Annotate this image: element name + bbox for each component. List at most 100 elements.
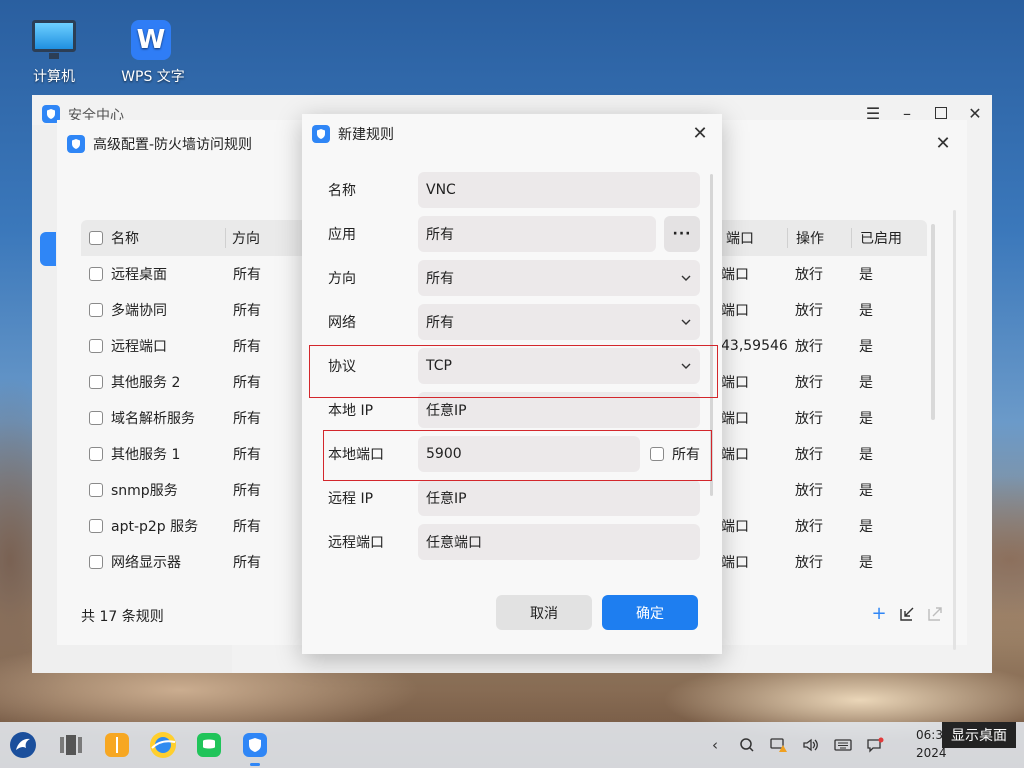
rule-name: 远程桌面: [111, 267, 167, 283]
file-manager-icon[interactable]: [102, 730, 132, 760]
name-label: 名称: [328, 183, 356, 199]
local-port-value: 5900: [426, 446, 462, 462]
rule-name: 其他服务 1: [111, 447, 181, 463]
app-label: 应用: [328, 227, 356, 243]
rule-enabled: 是: [859, 447, 873, 463]
local-ip-input[interactable]: 任意IP: [418, 392, 700, 428]
select-all-checkbox[interactable]: [89, 231, 103, 245]
search-icon[interactable]: [736, 734, 758, 756]
header-name[interactable]: 名称: [111, 228, 225, 248]
notification-icon[interactable]: [864, 734, 886, 756]
active-app-indicator: [250, 763, 260, 766]
rule-enabled: 是: [859, 411, 873, 427]
rule-enabled: 是: [859, 483, 873, 499]
row-checkbox[interactable]: [89, 447, 103, 461]
form-row-remote-ip: 远程 IP 任意IP: [328, 480, 700, 516]
rules-count: 共 17 条规则: [81, 609, 164, 625]
header-action[interactable]: 操作: [787, 228, 851, 248]
rule-port: 端口: [721, 375, 749, 391]
form-row-app: 应用 所有 ···: [328, 216, 700, 252]
name-value: VNC: [426, 182, 456, 198]
rule-name: 其他服务 2: [111, 375, 181, 391]
rule-enabled: 是: [859, 303, 873, 319]
start-menu-icon[interactable]: [8, 730, 38, 760]
security-center-taskbar-icon[interactable]: [240, 730, 270, 760]
rule-port: 端口: [721, 411, 749, 427]
rule-direction: 所有: [233, 483, 261, 499]
form-row-direction: 方向 所有: [328, 260, 700, 296]
local-port-all-label: 所有: [672, 447, 700, 463]
security-center-icon: [67, 135, 85, 153]
row-checkbox[interactable]: [89, 483, 103, 497]
close-icon[interactable]: ✕: [933, 134, 953, 154]
chevron-left-icon[interactable]: ‹: [704, 734, 726, 756]
app-more-button[interactable]: ···: [664, 216, 700, 252]
row-checkbox[interactable]: [89, 411, 103, 425]
local-ip-label: 本地 IP: [328, 403, 374, 419]
name-input[interactable]: VNC: [418, 172, 700, 208]
row-checkbox[interactable]: [89, 375, 103, 389]
import-icon[interactable]: [899, 606, 915, 622]
form-row-local-ip: 本地 IP 任意IP: [328, 392, 700, 428]
volume-icon[interactable]: [800, 734, 822, 756]
network-warning-icon[interactable]: [768, 734, 790, 756]
row-checkbox[interactable]: [89, 519, 103, 533]
show-desktop-button[interactable]: 显示桌面: [942, 722, 1016, 748]
taskbar: ‹ 06:3 2024/02/2: [0, 722, 1024, 768]
local-ip-value: 任意IP: [426, 403, 467, 419]
remote-ip-label: 远程 IP: [328, 491, 374, 507]
local-port-all-toggle[interactable]: 所有: [650, 444, 700, 464]
rule-enabled: 是: [859, 267, 873, 283]
add-icon[interactable]: +: [871, 605, 887, 623]
rule-port: 端口: [721, 555, 749, 571]
header-direction[interactable]: 方向: [225, 228, 295, 248]
rule-enabled: 是: [859, 375, 873, 391]
rule-port: 43,59546: [721, 338, 787, 354]
dialog-scrollbar[interactable]: [710, 174, 713, 496]
remote-ip-value: 任意IP: [426, 491, 467, 507]
security-center-icon: [312, 125, 330, 143]
multitask-view-icon[interactable]: [56, 730, 86, 760]
rule-direction: 所有: [233, 375, 261, 391]
direction-select[interactable]: 所有: [418, 260, 700, 296]
header-port[interactable]: 端口: [719, 228, 787, 248]
rule-action: 放行: [795, 267, 823, 283]
desktop-icon-wps[interactable]: W WPS 文字: [113, 20, 193, 86]
row-checkbox[interactable]: [89, 555, 103, 569]
app-input[interactable]: 所有: [418, 216, 656, 252]
confirm-button[interactable]: 确定: [602, 595, 698, 630]
system-tray: ‹: [704, 734, 886, 756]
remote-ip-input[interactable]: 任意IP: [418, 480, 700, 516]
form-row-remote-port: 远程端口 任意端口: [328, 524, 700, 560]
row-checkbox[interactable]: [89, 267, 103, 281]
sidebar-active-indicator: [40, 232, 56, 266]
keyboard-icon[interactable]: [832, 734, 854, 756]
remote-port-input[interactable]: 任意端口: [418, 524, 700, 560]
cancel-button[interactable]: 取消: [496, 595, 592, 630]
rule-direction: 所有: [233, 303, 261, 319]
rules-scrollbar[interactable]: [931, 224, 935, 420]
remote-port-value: 任意端口: [426, 535, 482, 551]
rule-action: 放行: [795, 519, 823, 535]
chevron-down-icon: [681, 319, 691, 325]
header-enabled[interactable]: 已启用: [851, 228, 917, 248]
rule-direction: 所有: [233, 267, 261, 283]
desktop-icon-label: 计算机: [33, 69, 75, 85]
local-port-input[interactable]: 5900: [418, 436, 640, 472]
export-icon[interactable]: [927, 606, 943, 622]
row-checkbox[interactable]: [89, 339, 103, 353]
rule-action: 放行: [795, 555, 823, 571]
close-icon[interactable]: ✕: [690, 124, 710, 144]
window-scrollbar[interactable]: [953, 210, 956, 650]
desktop-icon-computer[interactable]: 计算机: [14, 20, 94, 86]
network-select[interactable]: 所有: [418, 304, 700, 340]
protocol-select[interactable]: TCP: [418, 348, 700, 384]
local-port-all-checkbox[interactable]: [650, 447, 664, 461]
rule-name: 多端协同: [111, 303, 167, 319]
rule-name: apt-p2p 服务: [111, 519, 199, 535]
row-checkbox[interactable]: [89, 303, 103, 317]
rule-port: 端口: [721, 519, 749, 535]
direction-label: 方向: [328, 271, 356, 287]
browser-icon[interactable]: [148, 730, 178, 760]
chat-app-icon[interactable]: [194, 730, 224, 760]
